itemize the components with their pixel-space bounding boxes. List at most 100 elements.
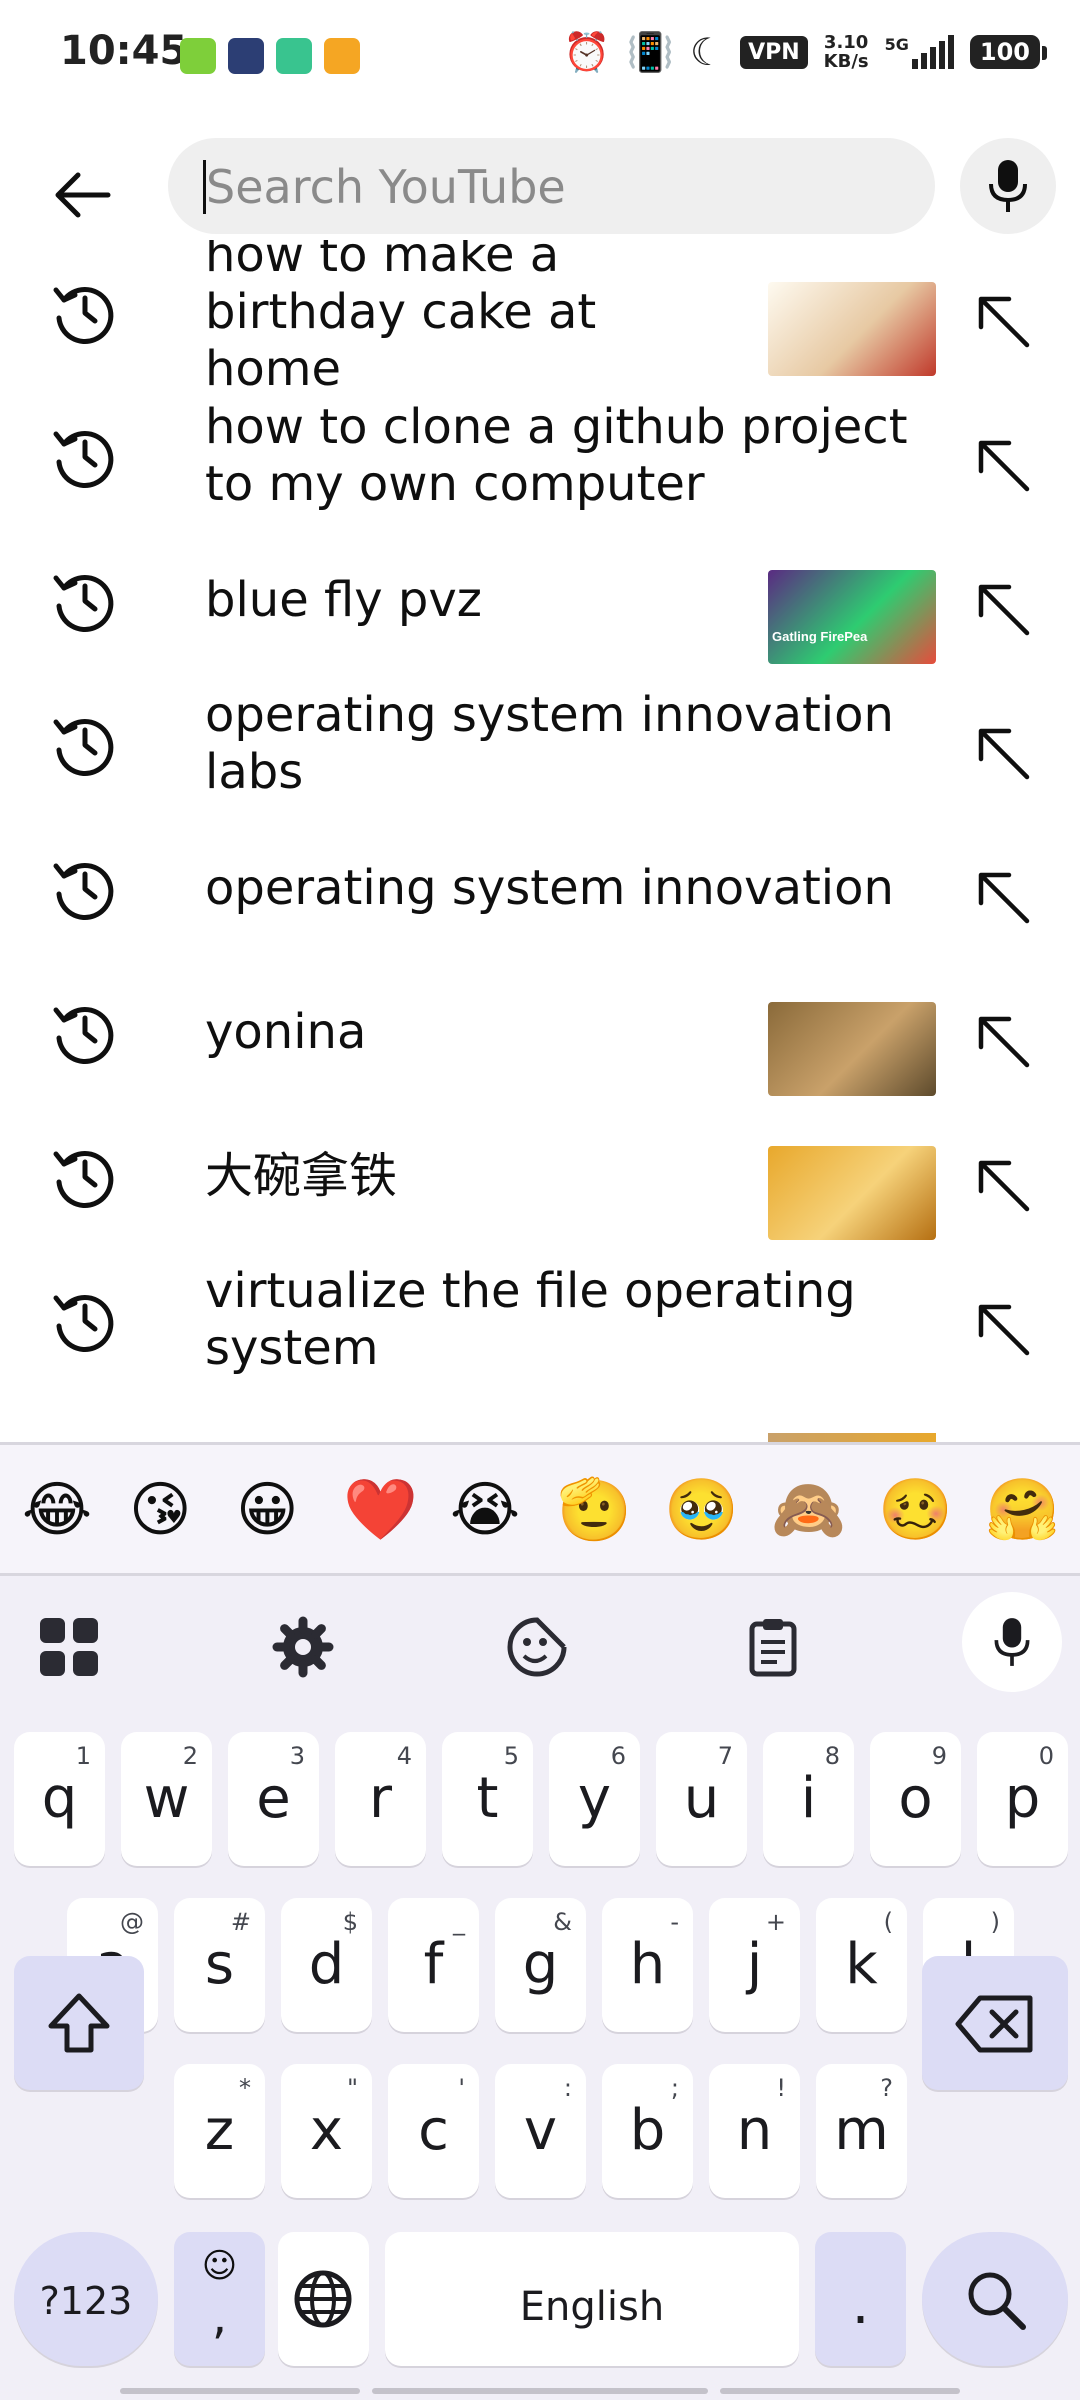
key-label: d	[308, 1932, 345, 1997]
fill-query-button[interactable]	[975, 869, 1031, 925]
key-d[interactable]: $ d	[281, 1898, 372, 2032]
fill-query-button[interactable]	[975, 1157, 1031, 1213]
emoji-suggestion[interactable]: 😀	[236, 1475, 299, 1545]
language-switch-key[interactable]	[278, 2232, 369, 2366]
vpn-badge: VPN	[740, 35, 808, 69]
key-i[interactable]: 8i	[763, 1732, 854, 1866]
search-icon	[968, 2272, 1026, 2330]
fill-query-button[interactable]	[975, 725, 1031, 781]
key-c[interactable]: ' c	[388, 2064, 479, 2198]
search-field[interactable]	[168, 138, 935, 236]
key-v[interactable]: :v	[495, 2064, 586, 2198]
fill-query-button[interactable]	[975, 581, 1031, 637]
history-clock-icon	[53, 431, 114, 488]
backspace-key[interactable]	[922, 1956, 1068, 2090]
history-clock-icon	[53, 719, 114, 776]
key-x[interactable]: " x	[281, 2064, 372, 2198]
emoji-suggestion[interactable]: 🥹	[664, 1475, 739, 1545]
key-k[interactable]: (k	[816, 1898, 907, 2032]
history-clock-icon	[53, 1151, 114, 1208]
back-arrow-icon	[55, 172, 111, 218]
space-key[interactable]: English	[385, 2232, 799, 2366]
key-t[interactable]: 5t	[442, 1732, 533, 1866]
clipboard-button[interactable]	[738, 1612, 808, 1682]
keyboard-voice-input-button[interactable]	[962, 1592, 1062, 1692]
key-label: k	[845, 1932, 878, 1997]
search-history-item[interactable]: operating system innovation labs	[0, 672, 1080, 816]
emoji-suggestion[interactable]: ❤️	[343, 1475, 418, 1545]
key-n[interactable]: ! n	[709, 2064, 800, 2198]
key-b[interactable]: ; b	[602, 2064, 693, 2198]
key-w[interactable]: 2w	[121, 1732, 212, 1866]
search-input[interactable]	[204, 138, 888, 236]
key-f[interactable]: _ f	[388, 1898, 479, 2032]
history-clock-icon	[53, 1007, 114, 1064]
fill-query-button[interactable]	[975, 437, 1031, 493]
shift-arrow-icon	[48, 1993, 110, 2053]
navigation-hint-bar	[120, 2388, 360, 2394]
search-action-key[interactable]	[922, 2232, 1068, 2366]
shift-key[interactable]	[14, 1956, 144, 2090]
key-label: m	[834, 2098, 889, 2163]
grid-icon	[40, 1618, 98, 1676]
suggestion-text: how to make a birthday cake at home	[205, 240, 597, 397]
microphone-icon	[989, 160, 1027, 212]
fill-query-button[interactable]	[975, 293, 1031, 349]
on-screen-keyboard: 😂 😘 😀 ❤️ 😭 🫡 🥹 🙈 🥴 🤗 1 q 2 w 3 e 4 r 5 t…	[0, 1442, 1080, 2400]
search-history-item[interactable]: yonina	[0, 960, 1080, 1104]
period-key[interactable]: .	[815, 2232, 906, 2366]
emoji-suggestion[interactable]: 😂	[22, 1475, 92, 1545]
key-p[interactable]: 0p	[977, 1732, 1068, 1866]
key-z[interactable]: * z	[174, 2064, 265, 2198]
suggestion-text: virtualize the file operating system	[205, 1263, 856, 1376]
key-label: r	[368, 1766, 393, 1831]
symbols-key[interactable]: ?123	[14, 2232, 158, 2366]
network-speed-unit: KB/s	[823, 51, 869, 72]
key-y[interactable]: 6y	[549, 1732, 640, 1866]
key-m[interactable]: ? m	[816, 2064, 907, 2198]
microphone-icon	[994, 1618, 1030, 1666]
emoji-suggestion[interactable]: 🙈	[771, 1475, 846, 1545]
emoji-suggestion[interactable]: 😭	[450, 1475, 520, 1545]
key-j[interactable]: + j	[709, 1898, 800, 2032]
key-label: x	[309, 2098, 344, 2163]
apps-grid-button[interactable]	[34, 1612, 104, 1682]
smiley-icon: ☺	[201, 2246, 238, 2286]
fill-query-arrow-icon	[978, 1160, 1030, 1212]
fill-query-button[interactable]	[975, 1301, 1031, 1357]
search-history-item[interactable]: how to clone a github project to my own …	[0, 384, 1080, 528]
fill-query-arrow-icon	[978, 728, 1030, 780]
battery-indicator: 100	[969, 35, 1048, 69]
back-button[interactable]	[50, 160, 120, 230]
emoji-suggestion[interactable]: 🥴	[878, 1475, 953, 1545]
search-history-item[interactable]: virtualize the file operating system	[0, 1248, 1080, 1392]
voice-search-button[interactable]	[960, 138, 1056, 234]
emoji-comma-key[interactable]: ☺ ,	[174, 2232, 265, 2366]
fill-query-arrow-icon	[978, 1016, 1030, 1068]
keyboard-settings-button[interactable]	[268, 1612, 338, 1682]
fill-query-button[interactable]	[975, 1013, 1031, 1069]
search-history-item[interactable]: 大碗拿铁	[0, 1104, 1080, 1248]
alarm-icon: ⏰	[563, 30, 611, 74]
key-e[interactable]: 3e	[228, 1732, 319, 1866]
key-o[interactable]: 9o	[870, 1732, 961, 1866]
search-history-item[interactable]: operating system innovation	[0, 816, 1080, 960]
emoji-sticker-button[interactable]	[502, 1612, 572, 1682]
fill-query-arrow-icon	[978, 296, 1030, 348]
emoji-suggestion[interactable]: 🫡	[557, 1475, 632, 1545]
status-bar: 10:45 ⏰ 📳 ☾ VPN 3.10 KB/s 5G 100	[0, 0, 1080, 112]
key-h[interactable]: -h	[602, 1898, 693, 2032]
key-q[interactable]: 1q	[14, 1732, 105, 1866]
emoji-suggestion[interactable]: 😘	[129, 1475, 192, 1545]
search-history-item[interactable]: how to make a birthday cake at home	[0, 240, 1080, 397]
vibrate-icon: 📳	[626, 30, 675, 74]
search-history-item[interactable]: blue fly pvz Gatling FirePea	[0, 528, 1080, 672]
key-u[interactable]: 7u	[656, 1732, 747, 1866]
emoji-suggestion[interactable]: 🤗	[985, 1475, 1060, 1545]
fill-query-arrow-icon	[978, 872, 1030, 924]
key-s[interactable]: # s	[174, 1898, 265, 2032]
do-not-disturb-moon-icon: ☾	[690, 30, 725, 74]
key-r[interactable]: 4r	[335, 1732, 426, 1866]
emoji-bar-divider	[0, 1573, 1080, 1576]
key-g[interactable]: & g	[495, 1898, 586, 2032]
